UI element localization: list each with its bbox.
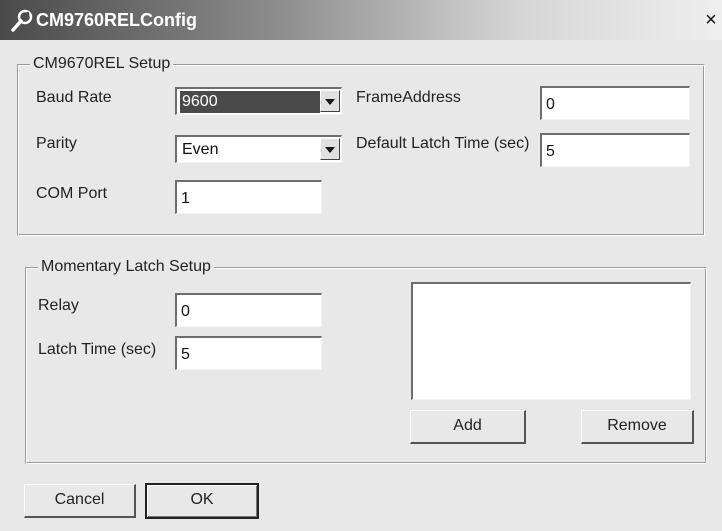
config-window: CM9760RELConfig × CM9670REL Setup Baud R… xyxy=(0,0,722,531)
parity-dropdown-button[interactable] xyxy=(320,138,340,160)
com-port-input[interactable]: 1 xyxy=(175,180,322,214)
relay-input[interactable]: 0 xyxy=(175,293,322,327)
baud-rate-select[interactable]: 9600 xyxy=(175,87,342,115)
latch-group-title: Momentary Latch Setup xyxy=(38,256,214,278)
add-button[interactable]: Add xyxy=(410,410,526,444)
com-port-label: COM Port xyxy=(36,185,108,202)
parity-select[interactable]: Even xyxy=(175,135,342,163)
parity-label: Parity xyxy=(36,135,77,152)
latch-time-label: Latch Time (sec) xyxy=(38,341,157,358)
frame-address-input[interactable]: 0 xyxy=(540,86,690,120)
close-button[interactable]: × xyxy=(700,8,722,32)
parity-value: Even xyxy=(182,141,219,158)
ok-button[interactable]: OK xyxy=(145,483,259,519)
latch-listbox[interactable] xyxy=(411,282,691,400)
default-latch-time-label: Default Latch Time (sec) xyxy=(356,135,530,152)
frame-address-label: FrameAddress xyxy=(356,89,461,106)
wrench-icon xyxy=(11,9,33,32)
default-latch-time-input[interactable]: 5 xyxy=(540,133,690,167)
window-title: CM9760RELConfig xyxy=(36,10,198,30)
baud-rate-label: Baud Rate xyxy=(36,89,112,106)
setup-group-title: CM9670REL Setup xyxy=(30,53,174,75)
baud-rate-dropdown-button[interactable] xyxy=(320,90,340,112)
chevron-down-icon xyxy=(325,99,335,105)
remove-button[interactable]: Remove xyxy=(581,410,694,444)
baud-rate-value: 9600 xyxy=(180,91,320,113)
relay-label: Relay xyxy=(38,297,79,314)
cancel-button[interactable]: Cancel xyxy=(24,484,136,518)
latch-time-input[interactable]: 5 xyxy=(175,336,322,370)
title-bar[interactable]: CM9760RELConfig × xyxy=(0,0,722,40)
chevron-down-icon xyxy=(325,147,335,153)
